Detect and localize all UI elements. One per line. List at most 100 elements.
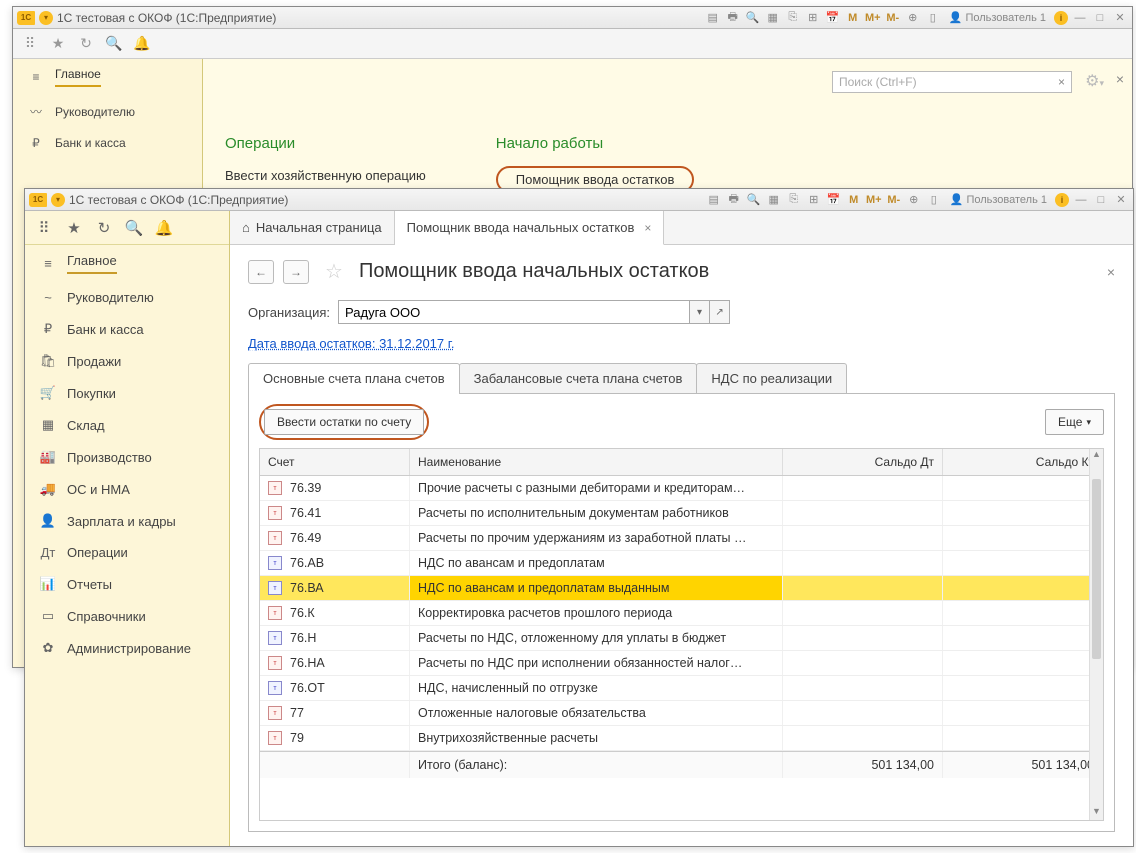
tab-close-icon[interactable]: × [644,221,651,235]
gear-icon[interactable]: ⚙▾ [1085,71,1104,91]
scroll-thumb[interactable] [1092,479,1101,659]
col-account[interactable]: Счет [260,449,410,475]
user-chip[interactable]: 👤Пользователь 1 [946,193,1051,206]
sidebar-item-7[interactable]: 🚚ОС и НМА [25,473,229,505]
table-row[interactable]: т76.ВАНДС по авансам и предоплатам выдан… [260,576,1103,601]
tb-print-icon[interactable]: 🖶 [725,10,741,26]
tb-save-icon[interactable]: ▤ [706,192,722,208]
search-input[interactable]: Поиск (Ctrl+F) × [832,71,1072,93]
tb-m-icon[interactable]: M [846,192,862,208]
back-button[interactable]: ← [248,260,274,284]
tb-preview-icon[interactable]: 🔍 [746,192,762,208]
table-row[interactable]: т76.НРасчеты по НДС, отложенному для упл… [260,626,1103,651]
tb-mplus-icon[interactable]: M+ [866,192,882,208]
org-open-icon[interactable]: ↗ [709,301,729,323]
close-icon[interactable]: ✕ [1112,10,1128,26]
tab-home[interactable]: ⌂ Начальная страница [230,211,395,244]
table-row[interactable]: т76.НАРасчеты по НДС при исполнении обяз… [260,651,1103,676]
subtab-offbalance[interactable]: Забалансовые счета плана счетов [459,363,698,393]
search-icon[interactable]: 🔍 [105,35,123,53]
fav-star-icon[interactable]: ☆ [325,259,343,284]
search-clear-icon[interactable]: × [1058,75,1065,89]
sidebar-item-2[interactable]: ₽Банк и касса [25,313,229,345]
bell-icon[interactable]: 🔔 [155,219,173,237]
col-name[interactable]: Наименование [410,449,783,475]
tb-doc-icon[interactable]: ▦ [766,192,782,208]
tb-copy-icon[interactable]: ⎘ [786,192,802,208]
apps-icon[interactable]: ⠿ [35,219,53,237]
panel-close-icon[interactable]: × [1116,71,1124,87]
min-icon[interactable]: — [1072,10,1088,26]
info-icon[interactable]: i [1055,193,1069,207]
subtab-main-accounts[interactable]: Основные счета плана счетов [248,363,460,393]
tb-zoom-icon[interactable]: ⊕ [906,192,922,208]
sidebar-item-8[interactable]: 👤Зарплата и кадры [25,505,229,537]
history-icon[interactable]: ↻ [77,35,95,53]
col-kt[interactable]: Сальдо Кт [943,449,1103,475]
tb-mminus-icon[interactable]: M- [886,192,902,208]
table-row[interactable]: т77Отложенные налоговые обязательства [260,701,1103,726]
sidebar-item-5[interactable]: ▦Склад [25,409,229,441]
table-row[interactable]: т76.49Расчеты по прочим удержаниям из за… [260,526,1103,551]
subtab-vat[interactable]: НДС по реализации [696,363,847,393]
tab-balance-helper[interactable]: Помощник ввода начальных остатков × [395,211,665,245]
sidebar-item-1[interactable]: ~Руководителю [25,282,229,313]
sidebar-item-12[interactable]: ✿Администрирование [25,632,229,664]
tb-copy-icon[interactable]: ⎘ [785,10,801,26]
tb-calc-icon[interactable]: ⊞ [805,10,821,26]
star-icon[interactable]: ★ [65,219,83,237]
app-dropdown-icon[interactable]: ▾ [39,11,53,25]
tb-panel-icon[interactable]: ▯ [925,10,941,26]
tb-zoom-icon[interactable]: ⊕ [905,10,921,26]
link-enter-operation[interactable]: Ввести хозяйственную операцию [225,166,426,185]
page-close-icon[interactable]: × [1107,264,1115,280]
tb-mplus-icon[interactable]: M+ [865,10,881,26]
table-row[interactable]: т79Внутрихозяйственные расчеты [260,726,1103,751]
search-icon[interactable]: 🔍 [125,219,143,237]
min-icon[interactable]: — [1073,192,1089,208]
max-icon[interactable]: □ [1092,10,1108,26]
vertical-scrollbar[interactable]: ▲ ▼ [1089,449,1103,820]
tb-doc-icon[interactable]: ▦ [765,10,781,26]
sidebar-item-6[interactable]: 🏭Производство [25,441,229,473]
app-dropdown-icon[interactable]: ▾ [51,193,65,207]
table-row[interactable]: т76.ОТНДС, начисленный по отгрузке [260,676,1103,701]
tb-m-icon[interactable]: M [845,10,861,26]
scroll-down-icon[interactable]: ▼ [1090,806,1103,820]
nav-main[interactable]: ≡ Главное [13,59,202,95]
sidebar-item-4[interactable]: 🛒Покупки [25,377,229,409]
table-row[interactable]: т76.АВНДС по авансам и предоплатам [260,551,1103,576]
sidebar-item-9[interactable]: ДтОперации [25,537,229,568]
col-dt[interactable]: Сальдо Дт [783,449,943,475]
tb-print-icon[interactable]: 🖶 [726,192,742,208]
star-icon[interactable]: ★ [49,35,67,53]
tb-cal-icon[interactable]: 📅 [826,192,842,208]
sidebar-item-3[interactable]: 🛍Продажи [25,345,229,377]
sidebar-item-10[interactable]: 📊Отчеты [25,568,229,600]
table-row[interactable]: т76.39Прочие расчеты с разными дебиторам… [260,476,1103,501]
max-icon[interactable]: □ [1093,192,1109,208]
tb-save-icon[interactable]: ▤ [705,10,721,26]
bell-icon[interactable]: 🔔 [133,35,151,53]
tb-panel-icon[interactable]: ▯ [926,192,942,208]
sidebar-item-0[interactable]: ≡Главное [25,245,229,282]
apps-icon[interactable]: ⠿ [21,35,39,53]
sidebar-item-11[interactable]: ▭Справочники [25,600,229,632]
tb-cal-icon[interactable]: 📅 [825,10,841,26]
table-row[interactable]: т76.ККорректировка расчетов прошлого пер… [260,601,1103,626]
info-icon[interactable]: i [1054,11,1068,25]
tb-calc-icon[interactable]: ⊞ [806,192,822,208]
nav-manager[interactable]: 〰 Руководителю [13,95,202,128]
date-link[interactable]: Дата ввода остатков: 31.12.2017 г. [248,336,1115,351]
close-icon[interactable]: ✕ [1113,192,1129,208]
enter-balances-button[interactable]: Ввести остатки по счету [264,409,424,435]
org-input[interactable] [339,301,689,323]
nav-bank[interactable]: ₽ Банк и касса [13,128,202,158]
tb-mminus-icon[interactable]: M- [885,10,901,26]
history-icon[interactable]: ↻ [95,219,113,237]
more-button[interactable]: Еще▾ [1045,409,1104,435]
scroll-up-icon[interactable]: ▲ [1090,449,1103,463]
link-balance-helper[interactable]: Помощник ввода остатков [516,172,675,187]
tb-preview-icon[interactable]: 🔍 [745,10,761,26]
org-dropdown-icon[interactable]: ▾ [689,301,709,323]
